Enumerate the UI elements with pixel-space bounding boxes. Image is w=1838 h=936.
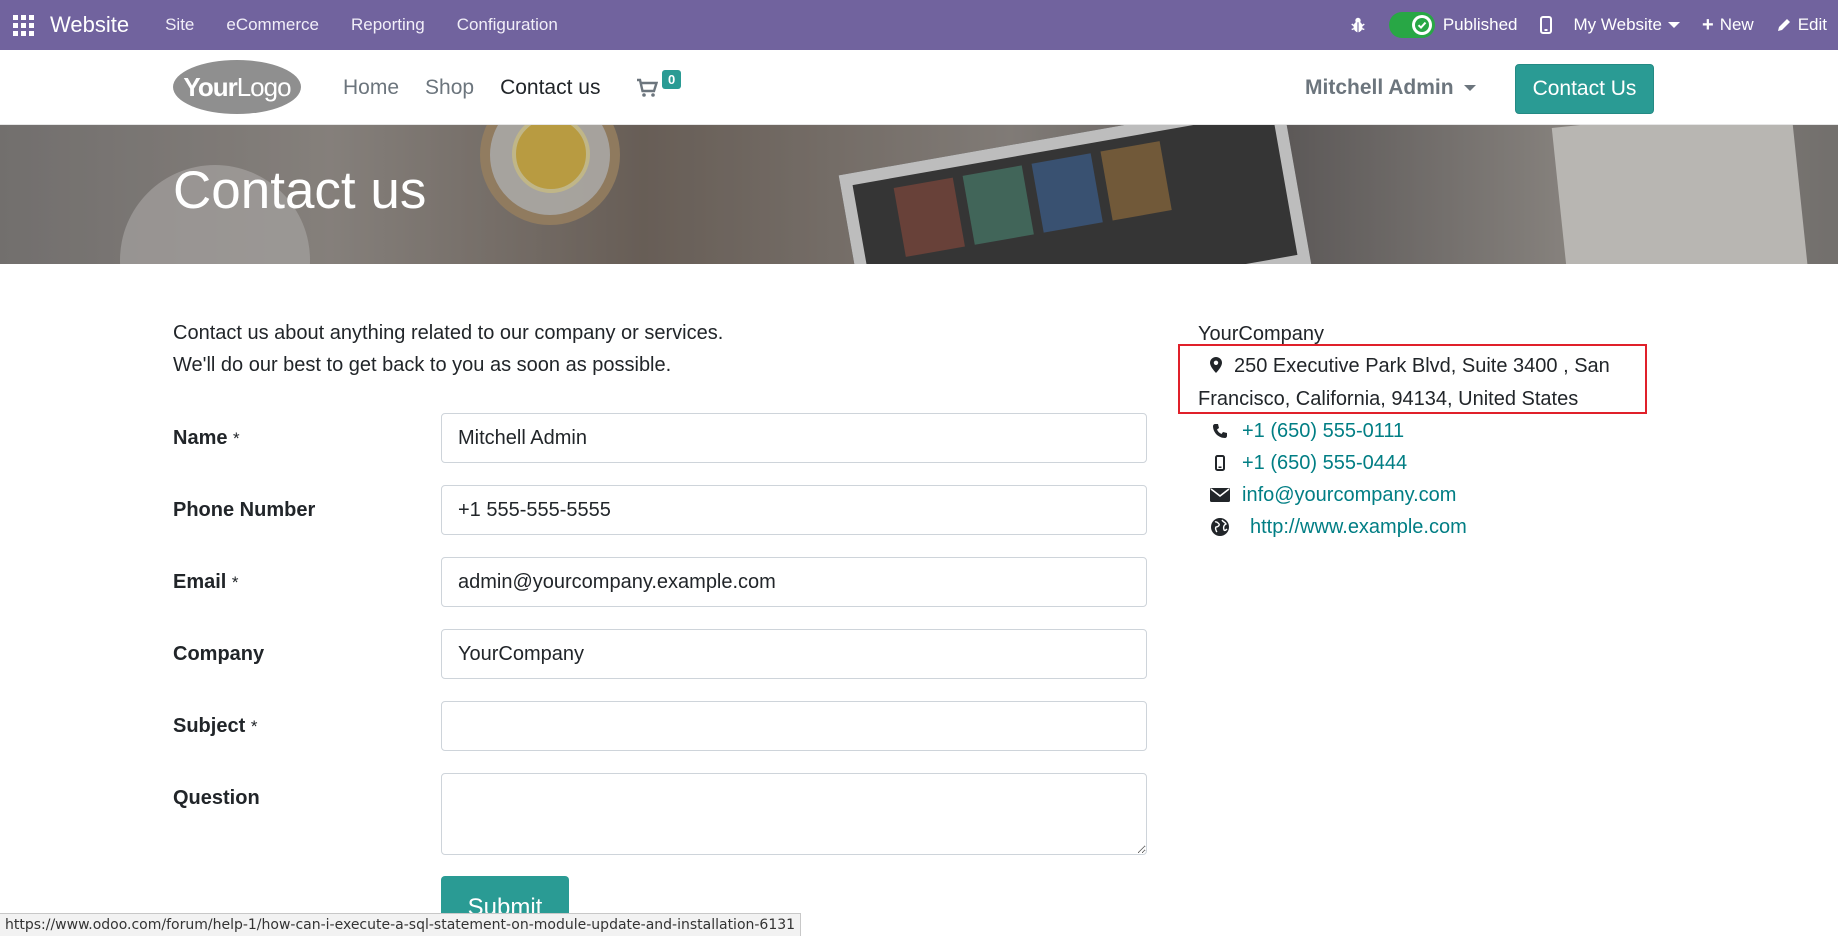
menu-reporting[interactable]: Reporting: [351, 15, 425, 35]
admin-menu: Site eCommerce Reporting Configuration: [149, 15, 574, 35]
mobile-icon: [1539, 16, 1552, 34]
plus-icon: +: [1702, 13, 1714, 36]
menu-site[interactable]: Site: [165, 15, 194, 35]
website-selector[interactable]: My Website: [1573, 15, 1680, 35]
email-link[interactable]: info@yourcompany.com: [1242, 479, 1456, 511]
admin-navbar: Website Site eCommerce Reporting Configu…: [0, 0, 1838, 50]
mobile-preview-button[interactable]: [1539, 16, 1552, 34]
nav-shop[interactable]: Shop: [425, 76, 474, 100]
company-logo[interactable]: Your Logo: [173, 60, 301, 114]
nav-home[interactable]: Home: [343, 76, 399, 100]
phone-link[interactable]: +1 (650) 555-0111: [1242, 415, 1404, 447]
company-phone: +1 (650) 555-0111: [1198, 415, 1658, 447]
user-menu[interactable]: Mitchell Admin: [1305, 50, 1476, 125]
main-nav: Home Shop Contact us: [343, 50, 626, 125]
cart-icon[interactable]: [636, 78, 659, 103]
logo-text-light: Logo: [236, 71, 292, 102]
question-textarea[interactable]: [441, 773, 1147, 855]
subject-input[interactable]: [441, 701, 1147, 751]
company-website: http://www.example.com: [1198, 511, 1658, 543]
company-email: info@yourcompany.com: [1198, 479, 1658, 511]
publish-toggle[interactable]: Published: [1388, 12, 1518, 38]
new-label: New: [1719, 15, 1754, 34]
phone-input[interactable]: [441, 485, 1147, 535]
debug-button[interactable]: [1349, 16, 1367, 34]
menu-ecommerce[interactable]: eCommerce: [226, 15, 319, 35]
edit-label: Edit: [1797, 15, 1827, 34]
check-icon: [1411, 15, 1432, 35]
name-input[interactable]: [441, 413, 1147, 463]
logo-text-bold: Your: [183, 71, 237, 102]
pencil-icon: [1777, 19, 1790, 31]
company-input[interactable]: [441, 629, 1147, 679]
edit-button[interactable]: Edit: [1776, 15, 1827, 35]
intro-line-2: We'll do our best to get back to you as …: [173, 354, 672, 376]
contact-us-button[interactable]: Contact Us: [1515, 64, 1654, 114]
caret-down-icon: [1668, 22, 1680, 28]
nav-contact-us[interactable]: Contact us: [500, 76, 600, 100]
name-label: Name *: [173, 427, 240, 449]
company-info: YourCompany 250 Executive Park Blvd, Sui…: [1178, 318, 1658, 543]
new-button[interactable]: + New: [1702, 14, 1754, 37]
menu-configuration[interactable]: Configuration: [457, 15, 558, 35]
website-selector-label: My Website: [1573, 15, 1663, 34]
phone-icon: [1198, 423, 1242, 439]
cart-count-badge: 0: [662, 70, 682, 89]
caret-down-icon: [1463, 84, 1476, 91]
intro-text: Contact us about anything related to our…: [173, 317, 723, 381]
browser-status-url: https://www.odoo.com/forum/help-1/how-ca…: [0, 913, 802, 936]
globe-icon: [1198, 517, 1242, 537]
subject-label: Subject *: [173, 715, 258, 737]
apps-grid-icon[interactable]: [12, 14, 34, 36]
company-mobile: +1 (650) 555-0444: [1198, 447, 1658, 479]
admin-right-tools: Published My Website + New Edit: [1338, 0, 1838, 50]
highlight-box: [1178, 344, 1647, 414]
website-link[interactable]: http://www.example.com: [1250, 511, 1467, 543]
company-label: Company: [173, 643, 265, 665]
intro-line-1: Contact us about anything related to our…: [173, 322, 724, 344]
page-banner: Contact us: [0, 125, 1838, 264]
phone-label: Phone Number: [173, 499, 316, 521]
question-label: Question: [173, 787, 260, 809]
published-label: Published: [1442, 15, 1518, 34]
mobile-link[interactable]: +1 (650) 555-0444: [1242, 447, 1407, 479]
user-name: Mitchell Admin: [1305, 75, 1454, 99]
email-input[interactable]: [441, 557, 1147, 607]
bug-icon: [1351, 17, 1365, 33]
email-label: Email *: [173, 571, 239, 593]
mobile-icon: [1198, 454, 1242, 471]
page-title: Contact us: [173, 161, 427, 220]
app-brand[interactable]: Website: [50, 12, 129, 38]
publish-switch[interactable]: [1388, 12, 1435, 38]
site-header: Your Logo Home Shop Contact us 0 Mitchell…: [0, 50, 1838, 125]
envelope-icon: [1198, 487, 1242, 502]
